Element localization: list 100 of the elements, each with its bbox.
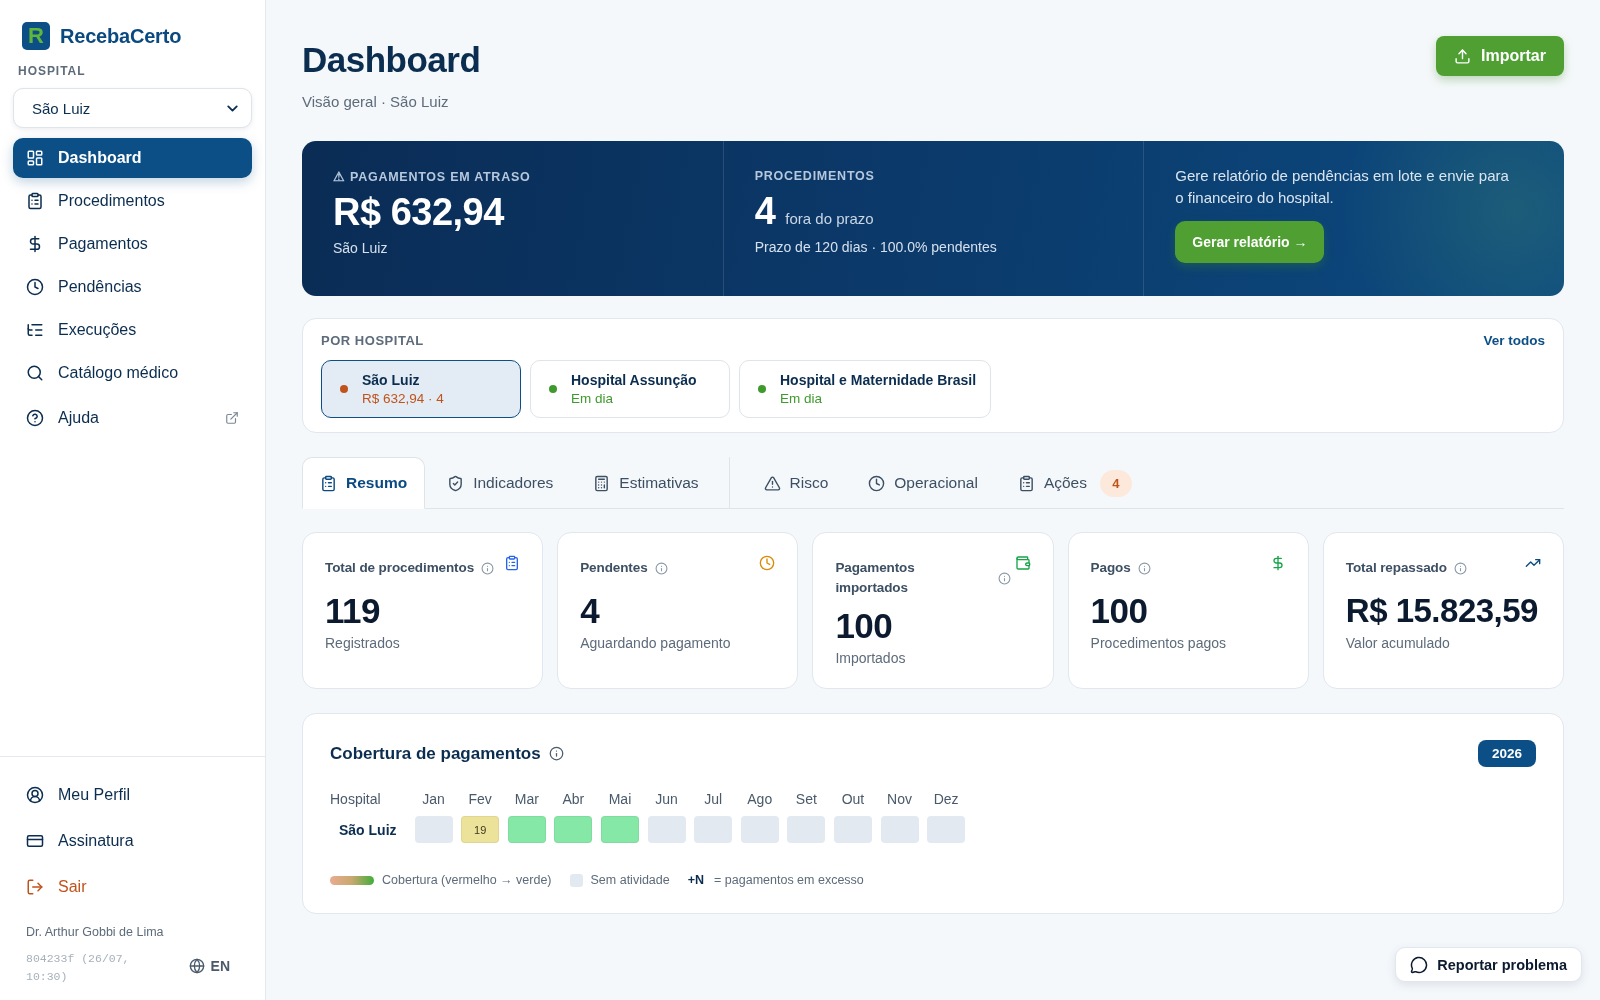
hospital-status: Em dia	[780, 391, 824, 406]
stat-label: Total repassado	[1345, 559, 1447, 577]
sidebar-item[interactable]: Catálogo médico	[13, 353, 252, 393]
see-all-link[interactable]: Ver todos	[1483, 333, 1545, 348]
legend-text: Sem atividade	[590, 873, 670, 887]
clock-icon	[26, 278, 44, 296]
clipboard-icon	[26, 192, 44, 210]
sidebar-item[interactable]: Sair	[13, 865, 252, 908]
column-header: Hospital	[330, 791, 382, 807]
report-problem-button[interactable]: Reportar problema	[1395, 947, 1582, 982]
clipboard-icon	[320, 474, 337, 492]
page-subtitle: Visão geral · São Luiz	[302, 93, 450, 110]
clock-icon	[759, 555, 776, 571]
sidebar-item[interactable]: Dashboard	[13, 138, 252, 178]
hospital-chip[interactable]: Hospital Assunção Em dia	[530, 360, 730, 418]
coverage-cell	[414, 816, 453, 843]
tab[interactable]: Operacional	[850, 457, 996, 509]
dashboard-grid-icon	[26, 149, 44, 167]
tab[interactable]: Indicadores	[429, 457, 572, 509]
hospital-name: Hospital Assunção	[571, 372, 697, 388]
banner-value: 4	[754, 189, 776, 233]
external-link-icon	[225, 410, 239, 425]
info-icon	[997, 571, 1011, 585]
tab[interactable]: Estimativas	[575, 457, 717, 509]
search-icon	[26, 364, 44, 382]
sidebar-item[interactable]: Procedimentos	[13, 181, 252, 221]
info-icon	[548, 746, 564, 761]
tab[interactable]: Risco	[745, 457, 847, 509]
hospital-label: HOSPITAL	[18, 64, 87, 78]
stat-caption: Registrados	[325, 635, 401, 651]
user-name: Dr. Arthur Gobbi de Lima	[26, 925, 165, 939]
chat-bubble-icon	[1410, 955, 1429, 974]
build-version: 804233f (26/07, 10:30)	[26, 951, 131, 985]
calculator-icon	[593, 474, 611, 492]
coverage-cell	[694, 816, 733, 843]
count-badge: 4	[1100, 469, 1132, 497]
coverage-cell	[880, 816, 919, 843]
banner-label: ⚠ PAGAMENTOS EM ATRASO	[333, 169, 532, 184]
list-tree-icon	[26, 321, 44, 339]
hospital-name: Hospital e Maternidade Brasil	[780, 372, 977, 388]
stat-label: Pagos	[1090, 559, 1131, 577]
month-header: Dez	[933, 791, 959, 807]
stat-caption: Procedimentos pagos	[1090, 635, 1227, 651]
clipboard-icon	[1017, 474, 1035, 492]
banner-caption: Prazo de 120 dias · 100.0% pendentes	[754, 239, 998, 255]
stat-value: R$ 15.823,59	[1345, 591, 1539, 631]
coverage-cell	[647, 816, 686, 843]
clipboard-icon	[504, 555, 521, 571]
month-header: Ago	[747, 791, 773, 807]
globe-icon	[188, 958, 205, 974]
coverage-cell	[833, 816, 872, 843]
stat-value: 4	[580, 591, 601, 631]
language-button[interactable]: EN	[188, 958, 230, 974]
coverage-cell	[927, 816, 966, 843]
shield-check-icon	[447, 474, 465, 492]
sidebar-item[interactable]: Execuções	[13, 310, 252, 350]
sidebar-item[interactable]: Meu Perfil	[13, 773, 252, 816]
tab[interactable]: Resumo	[302, 457, 426, 509]
stat-caption: Aguardando pagamento	[580, 635, 732, 651]
hospital-status: Em dia	[571, 391, 615, 406]
swatch-icon	[569, 873, 583, 887]
month-header: Jun	[655, 791, 678, 807]
gradient-swatch-icon	[330, 875, 374, 885]
legend-text: Cobertura (vermelho → verde)	[382, 873, 552, 887]
month-header: Jul	[704, 791, 723, 807]
info-icon	[1453, 561, 1467, 575]
month-header: Nov	[887, 791, 912, 807]
info-icon	[654, 561, 668, 575]
banner-value: R$ 632,94	[333, 190, 504, 234]
info-icon	[1137, 561, 1151, 575]
stat-value: 100	[835, 606, 894, 646]
banner-text: Gere relatório de pendências em lote e envie para o financeiro do hospital.	[1175, 166, 1510, 208]
sidebar-item[interactable]: Pagamentos	[13, 224, 252, 264]
month-header: Abr	[562, 791, 585, 807]
tab[interactable]: Ações 4	[999, 457, 1150, 509]
banner-caption: São Luiz	[333, 240, 389, 256]
stat-label: Pagamentos importados	[835, 559, 916, 597]
warning-icon	[763, 474, 781, 492]
sidebar-item[interactable]: Ajuda	[13, 396, 252, 439]
banner-unit: fora do prazo	[785, 210, 874, 227]
month-header: Fev	[468, 791, 492, 807]
hospital-chip[interactable]: Hospital e Maternidade Brasil Em dia	[739, 360, 992, 418]
brand-name: RecebaCerto	[60, 24, 182, 48]
upload-icon	[1454, 47, 1472, 65]
month-header: Set	[795, 791, 817, 807]
month-header: Out	[841, 791, 865, 807]
month-header: Mai	[608, 791, 632, 807]
coverage-cell	[740, 816, 779, 843]
month-header: Jan	[422, 791, 445, 807]
legend-mark: +N	[687, 873, 705, 887]
logo: R	[22, 22, 50, 50]
hospital-select[interactable]: São Luiz	[13, 88, 252, 128]
sidebar-item[interactable]: Pendências	[13, 267, 252, 307]
stat-caption: Importados	[835, 650, 907, 666]
year-badge: 2026	[1477, 740, 1536, 767]
panel-title: POR HOSPITAL	[321, 333, 424, 348]
coverage-cell	[787, 816, 826, 843]
sidebar-item[interactable]: Assinatura	[13, 819, 252, 862]
hospital-chip[interactable]: São Luiz R$ 632,94 · 4	[321, 360, 521, 418]
month-header: Mar	[514, 791, 539, 807]
